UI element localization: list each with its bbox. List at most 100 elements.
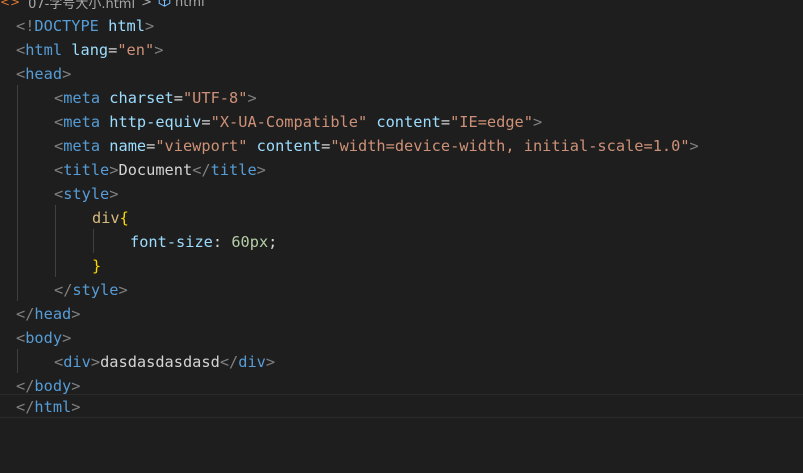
code-token: ;	[268, 233, 278, 251]
code-token: div	[63, 353, 91, 371]
code-token: </	[219, 353, 239, 371]
code-token: </	[54, 281, 73, 299]
code-line-17[interactable]: </html>	[16, 395, 80, 419]
code-token: name	[109, 137, 147, 155]
code-token: "X-UA-Compatible"	[210, 113, 368, 131]
code-token: "IE=edge"	[450, 113, 533, 131]
code-line-11[interactable]: }	[92, 254, 101, 278]
code-token: style	[63, 185, 110, 203]
code-token: Document	[118, 161, 193, 179]
current-line-highlight	[0, 394, 803, 418]
code-line-5[interactable]: <meta http-equiv="X-UA-Compatible" conte…	[54, 110, 542, 134]
code-token: =	[201, 113, 211, 131]
code-token: >	[71, 377, 81, 395]
code-line-14[interactable]: <body>	[16, 326, 71, 350]
code-token: </	[192, 161, 211, 179]
code-line-2[interactable]: <html lang="en">	[16, 38, 163, 62]
code-token: "UTF-8"	[182, 89, 248, 107]
code-token: <	[16, 65, 26, 83]
code-token: "width=device-width, initial-scale=1.0"	[330, 137, 690, 155]
code-token: =	[440, 113, 451, 131]
code-line-9[interactable]: div{	[92, 206, 129, 230]
code-token: font-size	[130, 233, 213, 251]
code-token: >	[90, 353, 101, 371]
code-token: >	[118, 281, 128, 299]
code-token: >	[256, 161, 266, 179]
cube-icon	[158, 0, 171, 11]
code-token: >	[247, 89, 257, 107]
code-token: }	[92, 257, 102, 275]
code-line-8[interactable]: <style>	[54, 182, 119, 206]
indent-guide	[17, 349, 18, 373]
code-token: body	[34, 377, 72, 395]
code-token: style	[72, 281, 119, 299]
html-file-icon: <>	[0, 0, 21, 9]
code-token: >	[109, 185, 119, 203]
code-token: </	[16, 377, 35, 395]
code-token: =	[146, 137, 156, 155]
code-token: meta	[63, 89, 101, 107]
code-token: meta	[63, 113, 101, 131]
code-token: 60px	[231, 233, 269, 251]
code-token: >	[71, 305, 81, 323]
code-token: html	[25, 41, 63, 59]
breadcrumb-symbol[interactable]: html	[175, 0, 205, 10]
code-token: =	[173, 89, 183, 107]
code-line-1[interactable]: <!DOCTYPE html>	[16, 14, 154, 38]
code-editor[interactable]: <!DOCTYPE html> <html lang="en"> <head> …	[0, 13, 803, 473]
code-token: =	[108, 41, 118, 59]
code-token: <	[54, 185, 64, 203]
code-token: >	[154, 41, 164, 59]
code-token: <	[54, 353, 64, 371]
code-token: <	[54, 89, 64, 107]
code-token: title	[63, 161, 110, 179]
code-token: body	[25, 329, 63, 347]
code-token: content	[376, 113, 441, 131]
code-line-13[interactable]: </head>	[16, 302, 80, 326]
code-token: >	[62, 329, 72, 347]
code-token: >	[265, 353, 276, 371]
code-token: >	[689, 137, 699, 155]
indent-guide	[17, 85, 18, 301]
code-line-4[interactable]: <meta charset="UTF-8">	[54, 86, 257, 110]
code-token: charset	[109, 89, 174, 107]
code-line-3[interactable]: <head>	[16, 62, 71, 86]
code-token: <	[54, 113, 64, 131]
code-token: <	[54, 137, 64, 155]
code-token: "viewport"	[155, 137, 248, 155]
breadcrumb-separator: >	[141, 0, 152, 10]
code-token: DOCTYPE	[34, 17, 99, 35]
code-line-15[interactable]: <div>dasdasdasdasd</div>	[54, 350, 275, 374]
code-token: =	[321, 137, 331, 155]
indent-guide	[93, 229, 94, 253]
code-line-6[interactable]: <meta name="viewport" content="width=dev…	[54, 134, 699, 158]
indent-guide	[55, 205, 56, 277]
code-token: html	[34, 398, 72, 416]
code-token: <	[16, 329, 26, 347]
code-token: head	[34, 305, 72, 323]
code-token: div	[238, 353, 266, 371]
code-token: html	[108, 17, 145, 35]
code-line-10[interactable]: font-size: 60px;	[130, 230, 277, 254]
code-token: http-equiv	[109, 113, 202, 131]
code-token: head	[25, 65, 63, 83]
code-token: </	[16, 398, 35, 416]
code-token: title	[210, 161, 257, 179]
code-token: <	[16, 41, 26, 59]
breadcrumb-file[interactable]: 07-字号大小.html	[28, 0, 135, 12]
code-token: div	[92, 209, 120, 227]
code-token: </	[16, 305, 35, 323]
code-token: content	[256, 137, 322, 155]
code-line-12[interactable]: </style>	[54, 278, 128, 302]
code-token: <!	[16, 17, 35, 35]
code-token: >	[62, 65, 72, 83]
code-token: >	[109, 161, 119, 179]
code-line-7[interactable]: <title>Document</title>	[54, 158, 266, 182]
code-token: meta	[63, 137, 101, 155]
